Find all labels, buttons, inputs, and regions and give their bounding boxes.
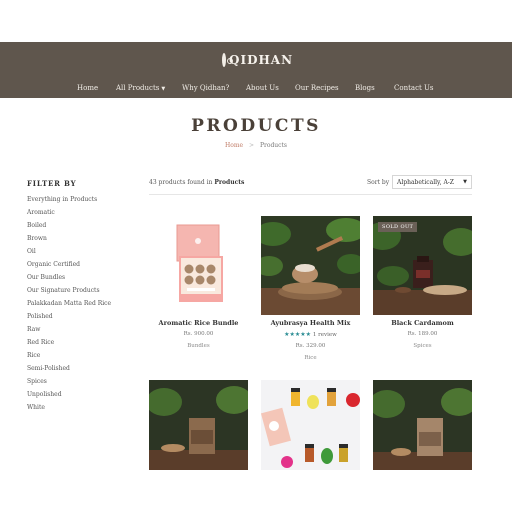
nav-about-us[interactable]: About Us — [246, 84, 279, 92]
main-nav: Home All Products ▼ Why Qidhan? About Us … — [0, 84, 512, 94]
filter-item-semi-polished[interactable]: Semi-Polished — [27, 365, 111, 378]
nav-our-recipes[interactable]: Our Recipes — [295, 84, 339, 92]
product-card-row2-1[interactable] — [146, 380, 252, 470]
chevron-down-icon: ▼ — [161, 86, 166, 92]
site-logo[interactable]: QIDHAN — [222, 49, 292, 71]
filter-item-raw[interactable]: Raw — [27, 326, 111, 339]
product-name[interactable]: Aromatic Rice Bundle — [149, 319, 248, 327]
product-count-text: 43 products found in — [149, 179, 213, 186]
product-card-row2-2[interactable] — [260, 380, 360, 470]
product-card-aromatic-rice-bundle[interactable]: Aromatic Rice Bundle Rs. 900.00 Bundles — [149, 216, 248, 356]
breadcrumb-separator: > — [248, 142, 255, 149]
product-category: Spices — [413, 343, 432, 349]
filter-item-red-rice[interactable]: Red Rice — [27, 339, 111, 352]
product-image[interactable] — [149, 216, 248, 315]
product-count: 43 products found in Products — [149, 179, 244, 186]
product-category: Rice — [304, 355, 317, 361]
filter-item-spices[interactable]: Spices — [27, 378, 111, 391]
product-price: Rs. 329.00 — [295, 343, 326, 349]
results-divider — [149, 194, 472, 195]
rating-stars: ★★★★★ 1 review — [261, 331, 360, 338]
star-icons: ★★★★★ — [284, 331, 311, 338]
review-count[interactable]: 1 review — [313, 332, 337, 338]
nav-home[interactable]: Home — [77, 84, 98, 92]
product-card-row2-3[interactable] — [369, 380, 477, 470]
product-image[interactable] — [369, 380, 477, 470]
filter-item-boiled[interactable]: Boiled — [27, 222, 111, 235]
product-card-black-cardamom[interactable]: SOLD OUT Black Cardamom Rs. 189.00 Spice… — [373, 216, 472, 356]
product-image[interactable] — [261, 216, 360, 315]
filter-item-signature[interactable]: Our Signature Products — [27, 287, 111, 300]
sort-select-value: Alphabetically, A-Z — [397, 179, 454, 186]
nav-contact-us[interactable]: Contact Us — [394, 84, 434, 92]
filter-item-organic[interactable]: Organic Certified — [27, 261, 111, 274]
filter-item-white[interactable]: White — [27, 404, 111, 417]
product-card-ayubrasya-health-mix[interactable]: Ayubrasya Health Mix ★★★★★ 1 review Rs. … — [261, 216, 360, 366]
brand-name: QIDHAN — [229, 53, 294, 67]
product-price: Rs. 189.00 — [407, 331, 438, 337]
sort-label: Sort by — [367, 179, 390, 186]
product-name[interactable]: Ayubrasya Health Mix — [261, 319, 360, 327]
filter-item-aromatic[interactable]: Aromatic — [27, 209, 111, 222]
nav-why-qidhan[interactable]: Why Qidhan? — [182, 84, 229, 92]
nav-all-products[interactable]: All Products ▼ — [116, 84, 165, 92]
sort-select[interactable]: Alphabetically, A-Z ▼ — [392, 175, 472, 189]
filter-item-bundles[interactable]: Our Bundles — [27, 274, 111, 287]
filter-item-oil[interactable]: Oil — [27, 248, 111, 261]
product-category: Bundles — [187, 343, 210, 349]
sold-out-badge: SOLD OUT — [378, 222, 418, 232]
filter-item-brown[interactable]: Brown — [27, 235, 111, 248]
breadcrumb-current: Products — [259, 142, 288, 149]
breadcrumb-home-link[interactable]: Home — [225, 142, 243, 149]
chevron-down-icon: ▼ — [463, 179, 467, 185]
product-image[interactable]: SOLD OUT — [373, 216, 472, 315]
filter-item-polished[interactable]: Polished — [27, 313, 111, 326]
filter-item-matta-red-rice[interactable]: Palakkadan Matta Red Rice — [27, 300, 111, 313]
product-count-collection: Products — [214, 179, 245, 186]
product-name[interactable]: Black Cardamom — [373, 319, 472, 327]
filter-item-unpolished[interactable]: Unpolished — [27, 391, 111, 404]
breadcrumb: Home > Products — [0, 142, 512, 149]
filter-item-rice[interactable]: Rice — [27, 352, 111, 365]
nav-all-products-label: All Products — [116, 84, 160, 92]
product-image[interactable] — [146, 380, 252, 470]
product-price: Rs. 900.00 — [183, 331, 214, 337]
page-title: PRODUCTS — [191, 116, 321, 136]
nav-blogs[interactable]: Blogs — [355, 84, 375, 92]
qidhan-swirl-logo-icon — [222, 53, 233, 67]
top-band — [0, 0, 512, 42]
filter-item-everything[interactable]: Everything in Products — [27, 196, 111, 209]
product-image[interactable] — [260, 380, 360, 470]
filter-title: FILTER BY — [27, 179, 77, 188]
filter-list: Everything in Products Aromatic Boiled B… — [27, 196, 111, 417]
